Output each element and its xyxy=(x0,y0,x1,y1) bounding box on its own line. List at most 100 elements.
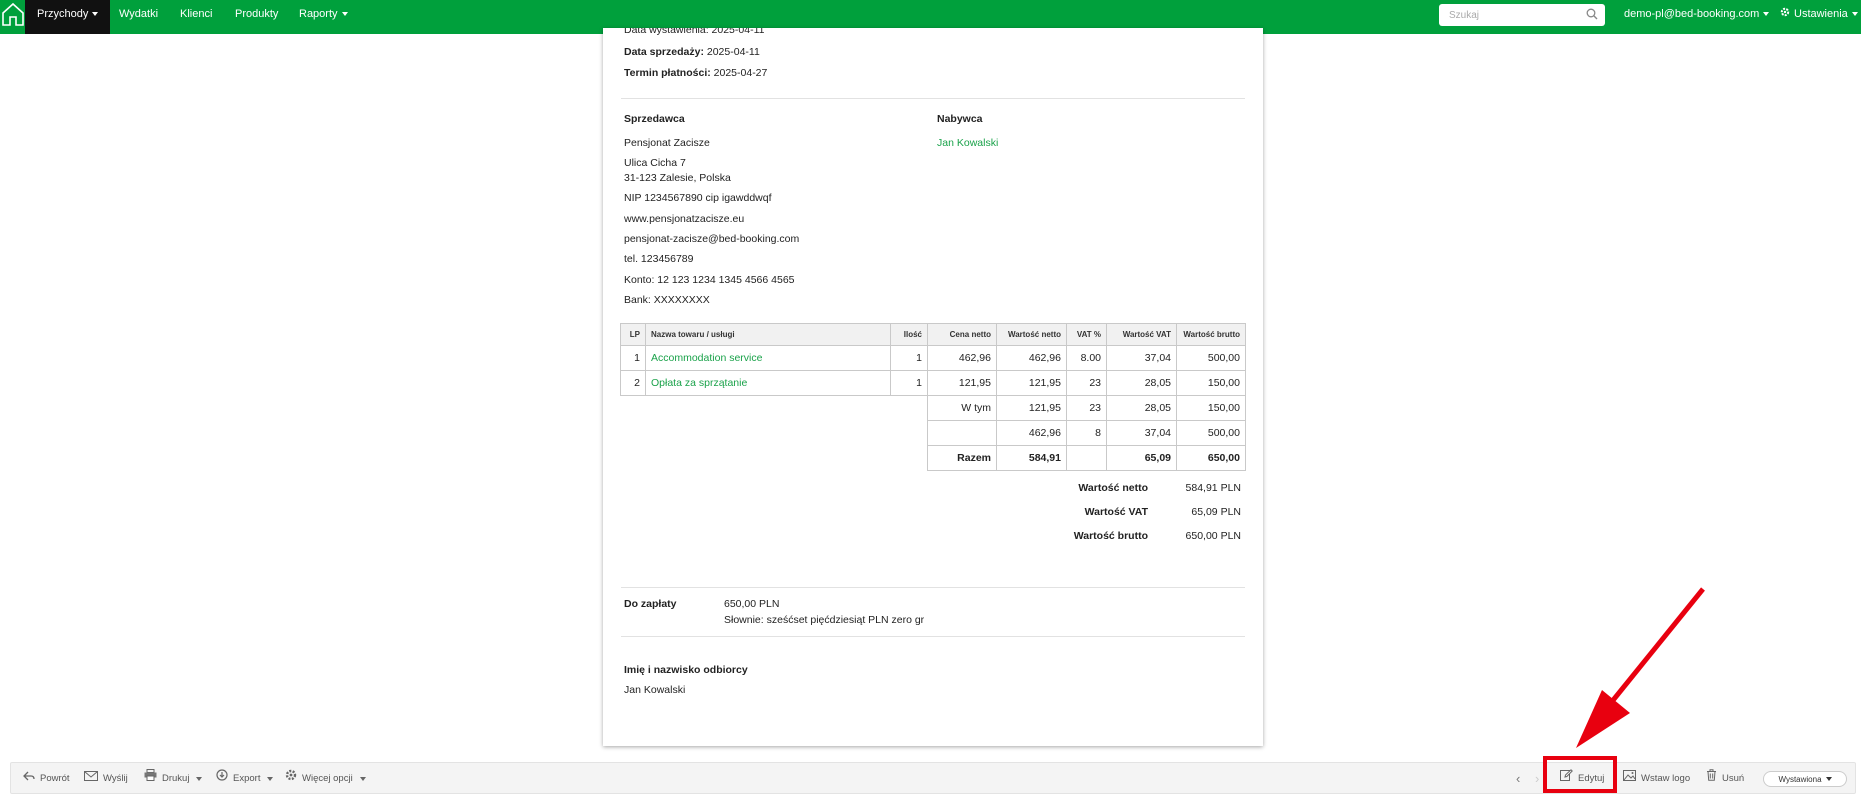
total-net-label: Wartość netto xyxy=(1078,482,1148,494)
cell: 462,96 xyxy=(996,345,1067,371)
divider xyxy=(621,636,1245,637)
items-table: LP Nazwa towaru / usługi Ilość Cena nett… xyxy=(620,323,1246,471)
cell: 23 xyxy=(1066,395,1107,421)
cell: 37,04 xyxy=(1106,345,1177,371)
seller-street: Ulica Cicha 7 xyxy=(624,157,686,169)
delete-button[interactable]: Usuń xyxy=(1706,763,1744,795)
envelope-icon xyxy=(84,763,98,795)
seller-account: Konto: 12 123 1234 1345 4566 4565 xyxy=(624,274,795,286)
col-net-value: Wartość netto xyxy=(996,323,1067,346)
seller-www: www.pensjonatzacisze.eu xyxy=(624,213,745,225)
col-qty: Ilość xyxy=(890,323,928,346)
cell: 1 xyxy=(890,345,928,371)
cell: 1 xyxy=(620,345,646,371)
cell: Razem xyxy=(927,445,997,471)
gear-icon xyxy=(1780,0,1790,28)
status-dropdown[interactable]: Wystawiona xyxy=(1763,771,1847,787)
to-pay-label: Do zapłaty xyxy=(624,598,677,610)
insert-logo-button[interactable]: Wstaw logo xyxy=(1623,763,1690,795)
gear-icon xyxy=(285,763,297,795)
cell: 121,95 xyxy=(996,370,1067,396)
trash-icon xyxy=(1706,763,1717,795)
cell xyxy=(1066,445,1107,471)
total-gross-label: Wartość brutto xyxy=(1073,530,1148,542)
cell: 650,00 xyxy=(1176,445,1246,471)
table-header: LP Nazwa towaru / usługi Ilość Cena nett… xyxy=(620,323,1246,346)
next-arrow-icon[interactable]: › xyxy=(1535,763,1539,795)
cell: 28,05 xyxy=(1106,370,1177,396)
summary-row: 462,96 8 37,04 500,00 xyxy=(621,420,1246,446)
home-logo-icon[interactable] xyxy=(0,0,25,28)
col-gross-value: Wartość brutto xyxy=(1176,323,1246,346)
cell: 37,04 xyxy=(1106,420,1177,446)
col-net-price: Cena netto xyxy=(927,323,997,346)
nav-klienci[interactable]: Klienci xyxy=(168,0,224,34)
cell: 150,00 xyxy=(1176,395,1246,421)
due-date: Termin płatności: 2025-04-27 xyxy=(624,67,768,79)
reply-arrow-icon xyxy=(23,763,35,795)
seller-email: pensjonat-zacisze@bed-booking.com xyxy=(624,233,800,245)
cell: 121,95 xyxy=(996,395,1067,421)
seller-city: 31-123 Zalesie, Polska xyxy=(624,172,731,184)
summary-row: W tym 121,95 23 28,05 150,00 xyxy=(621,395,1246,421)
total-vat-label: Wartość VAT xyxy=(1084,506,1148,518)
cell: 462,96 xyxy=(996,420,1067,446)
back-button[interactable]: Powrót xyxy=(23,763,70,795)
buyer-heading: Nabywca xyxy=(937,113,983,125)
seller-nip: NIP 1234567890 cip igawddwqf xyxy=(624,192,772,204)
nav-produkty[interactable]: Produkty xyxy=(223,0,290,34)
user-menu[interactable]: demo-pl@bed-booking.com xyxy=(1612,0,1781,34)
col-vat-rate: VAT % xyxy=(1066,323,1107,346)
search-box xyxy=(1439,4,1605,26)
seller-phone: tel. 123456789 xyxy=(624,253,694,265)
cell: 8 xyxy=(1066,420,1107,446)
cell: W tym xyxy=(927,395,997,421)
send-button[interactable]: Wyślij xyxy=(84,763,128,795)
item-name-link[interactable]: Opłata za sprzątanie xyxy=(645,370,891,396)
cell: 23 xyxy=(1066,370,1107,396)
edit-highlight-box xyxy=(1543,756,1617,793)
printer-icon xyxy=(144,763,157,795)
seller-heading: Sprzedawca xyxy=(624,113,685,125)
more-options-button[interactable]: Więcej opcji xyxy=(285,763,366,795)
item-name-link[interactable]: Accommodation service xyxy=(645,345,891,371)
nav-wydatki[interactable]: Wydatki xyxy=(107,0,170,34)
col-lp: LP xyxy=(620,323,646,346)
cell: 2 xyxy=(620,370,646,396)
divider xyxy=(621,587,1245,588)
nav-przychody[interactable]: Przychody xyxy=(25,0,111,34)
total-net-value: 584,91 PLN xyxy=(1185,482,1241,494)
settings-menu[interactable]: Ustawienia xyxy=(1768,0,1861,34)
search-icon[interactable] xyxy=(1586,8,1598,23)
total-vat-value: 65,09 PLN xyxy=(1191,506,1241,518)
to-pay-value: 650,00 PLN xyxy=(724,598,780,610)
table-row: 1 Accommodation service 1 462,96 462,96 … xyxy=(620,345,1246,371)
cell: 150,00 xyxy=(1176,370,1246,396)
cell: 1 xyxy=(890,370,928,396)
cell: 121,95 xyxy=(927,370,997,396)
sale-date: Data sprzedaży: 2025-04-11 xyxy=(624,46,760,58)
total-row: Razem 584,91 65,09 650,00 xyxy=(621,445,1246,471)
seller-name: Pensjonat Zacisze xyxy=(624,137,710,149)
export-button[interactable]: Export xyxy=(216,763,274,795)
nav-raporty[interactable]: Raporty xyxy=(287,0,360,34)
recipient-name: Jan Kowalski xyxy=(624,684,686,696)
col-vat-value: Wartość VAT xyxy=(1106,323,1177,346)
buyer-name-link[interactable]: Jan Kowalski xyxy=(937,137,998,149)
cell xyxy=(927,420,997,446)
cell: 462,96 xyxy=(927,345,997,371)
seller-bank: Bank: XXXXXXXX xyxy=(624,294,710,306)
recipient-label: Imię i nazwisko odbiorcy xyxy=(624,664,748,676)
cell: 500,00 xyxy=(1176,420,1246,446)
previous-arrow-icon[interactable]: ‹ xyxy=(1516,763,1520,795)
search-input[interactable] xyxy=(1439,4,1579,26)
to-pay-words: Słownie: sześćset pięćdziesiąt PLN zero … xyxy=(724,614,925,626)
image-icon xyxy=(1623,763,1636,795)
print-button[interactable]: Drukuj xyxy=(144,763,203,795)
total-gross-value: 650,00 PLN xyxy=(1185,530,1241,542)
cell: 584,91 xyxy=(996,445,1067,471)
cell: 28,05 xyxy=(1106,395,1177,421)
divider xyxy=(621,98,1245,99)
download-circle-icon xyxy=(216,763,228,795)
table-row: 2 Opłata za sprzątanie 1 121,95 121,95 2… xyxy=(620,370,1246,396)
